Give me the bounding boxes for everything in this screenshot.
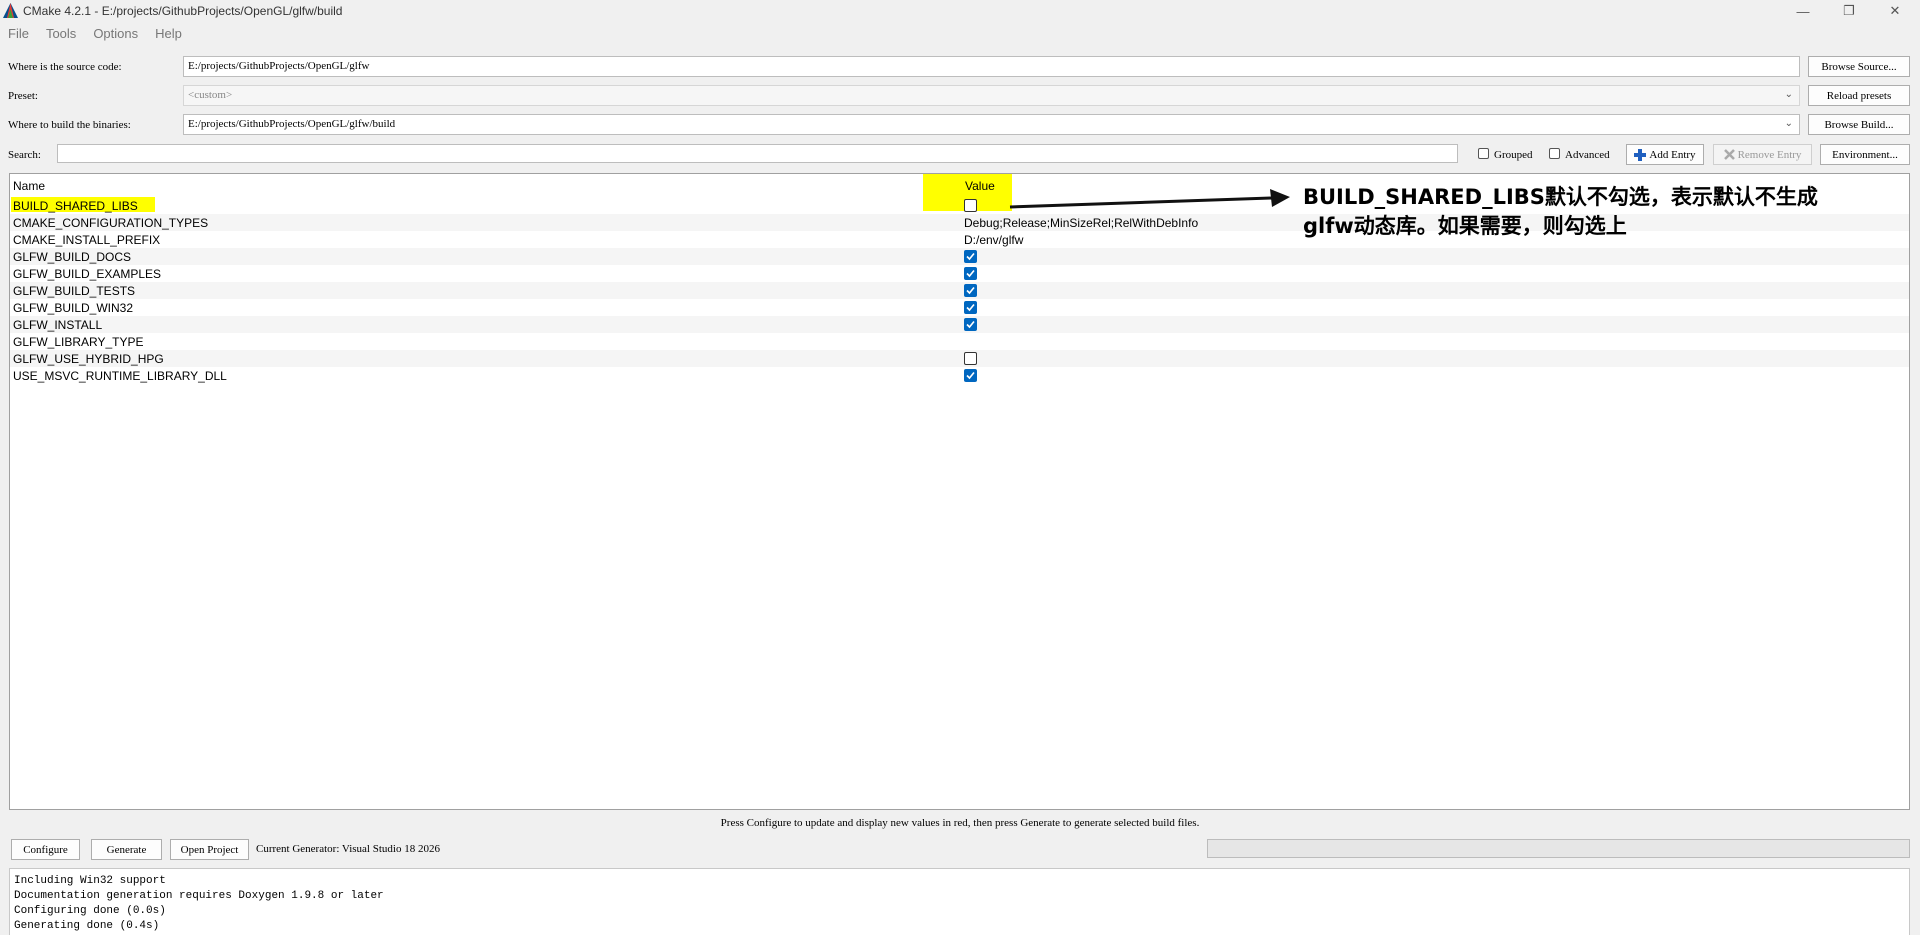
cmake-logo-icon (3, 3, 18, 18)
entry-name: GLFW_BUILD_WIN32 (13, 301, 134, 315)
chevron-down-icon: ⌄ (1784, 118, 1793, 129)
entry-value-checkbox[interactable] (964, 352, 977, 365)
grouped-checkbox[interactable] (1478, 148, 1489, 159)
minimize-button[interactable]: — (1780, 0, 1826, 22)
chevron-down-icon: ⌄ (1784, 89, 1793, 100)
preset-value: <custom> (188, 89, 233, 101)
log-line: Documentation generation requires Doxyge… (14, 890, 384, 902)
remove-entry-label: Remove Entry (1737, 148, 1802, 161)
checkmark-icon (966, 252, 975, 261)
restore-button[interactable]: ❐ (1826, 0, 1872, 22)
column-header-name[interactable]: Name (13, 179, 45, 193)
log-line: Including Win32 support (14, 875, 166, 887)
build-label: Where to build the binaries: (8, 119, 131, 131)
configure-button[interactable]: Configure (11, 839, 80, 860)
window-title: CMake 4.2.1 - E:/projects/GithubProjects… (23, 4, 343, 18)
build-path-value: E:/projects/GithubProjects/OpenGL/glfw/b… (188, 118, 396, 130)
entry-name: GLFW_BUILD_EXAMPLES (13, 267, 162, 281)
table-row[interactable]: GLFW_BUILD_DOCS (10, 248, 1909, 265)
source-label: Where is the source code: (8, 61, 122, 73)
checkmark-icon (966, 320, 975, 329)
preset-label: Preset: (8, 90, 38, 102)
table-row[interactable]: USE_MSVC_RUNTIME_LIBRARY_DLL (10, 367, 1909, 384)
menu-bar: File Tools Options Help (0, 24, 191, 44)
checkmark-icon (966, 371, 975, 380)
entry-value-text[interactable]: D:/env/glfw (964, 233, 1023, 247)
table-row[interactable]: GLFW_INSTALL (10, 316, 1909, 333)
entry-name: GLFW_INSTALL (13, 318, 103, 332)
table-row[interactable]: GLFW_LIBRARY_TYPE (10, 333, 1909, 350)
annotation-line-1: BUILD_SHARED_LIBS默认不勾选，表示默认不生成 (1303, 185, 1818, 209)
entry-value-checkbox[interactable] (964, 284, 977, 297)
entry-value-checkbox[interactable] (964, 267, 977, 280)
entry-name: GLFW_BUILD_TESTS (13, 284, 136, 298)
entry-value-checkbox[interactable] (964, 250, 977, 263)
browse-build-button[interactable]: Browse Build... (1808, 114, 1910, 135)
remove-icon (1723, 149, 1735, 160)
entry-name: USE_MSVC_RUNTIME_LIBRARY_DLL (13, 369, 227, 383)
entry-value-checkbox[interactable] (964, 199, 977, 212)
advanced-label: Advanced (1565, 149, 1610, 161)
open-project-button[interactable]: Open Project (170, 839, 249, 860)
entry-name: GLFW_BUILD_DOCS (13, 250, 132, 264)
search-label: Search: (8, 149, 41, 161)
add-entry-label: Add Entry (1649, 148, 1696, 161)
menu-tools[interactable]: Tools (38, 24, 85, 44)
environment-button[interactable]: Environment... (1820, 144, 1910, 165)
preset-dropdown[interactable]: <custom> ⌄ (183, 85, 1800, 106)
build-path-dropdown[interactable]: E:/projects/GithubProjects/OpenGL/glfw/b… (183, 114, 1800, 135)
entry-value-text[interactable]: Debug;Release;MinSizeRel;RelWithDebInfo (964, 216, 1198, 230)
reload-presets-button[interactable]: Reload presets (1808, 85, 1910, 106)
title-bar: CMake 4.2.1 - E:/projects/GithubProjects… (0, 0, 1920, 22)
checkmark-icon (966, 303, 975, 312)
grouped-label: Grouped (1494, 149, 1533, 161)
source-path-input[interactable]: E:/projects/GithubProjects/OpenGL/glfw (183, 56, 1800, 77)
entry-value-checkbox[interactable] (964, 369, 977, 382)
annotation-arrow (1009, 189, 1290, 209)
menu-options[interactable]: Options (85, 24, 147, 44)
entry-value-checkbox[interactable] (964, 301, 977, 314)
entry-name: CMAKE_CONFIGURATION_TYPES (13, 216, 209, 230)
annotation-line-2: glfw动态库。如果需要，则勾选上 (1303, 214, 1627, 238)
entry-name: CMAKE_INSTALL_PREFIX (13, 233, 161, 247)
column-header-value[interactable]: Value (965, 179, 995, 193)
menu-file[interactable]: File (0, 24, 38, 44)
entry-name: GLFW_USE_HYBRID_HPG (13, 352, 164, 366)
plus-icon (1634, 148, 1647, 161)
table-row[interactable]: GLFW_USE_HYBRID_HPG (10, 350, 1909, 367)
menu-help[interactable]: Help (147, 24, 191, 44)
generate-button[interactable]: Generate (91, 839, 162, 860)
configure-hint: Press Configure to update and display ne… (720, 817, 1200, 829)
search-input[interactable] (57, 144, 1458, 163)
annotation-text: BUILD_SHARED_LIBS默认不勾选，表示默认不生成 glfw动态库。如… (1303, 183, 1863, 241)
table-row[interactable]: GLFW_BUILD_TESTS (10, 282, 1909, 299)
add-entry-button[interactable]: Add Entry (1626, 144, 1704, 165)
log-line: Configuring done (0.0s) (14, 905, 166, 917)
table-row[interactable]: GLFW_BUILD_WIN32 (10, 299, 1909, 316)
close-button[interactable]: ✕ (1872, 0, 1918, 22)
checkmark-icon (966, 286, 975, 295)
entry-value-checkbox[interactable] (964, 318, 977, 331)
current-generator: Current Generator: Visual Studio 18 2026 (256, 843, 440, 855)
output-log[interactable]: Including Win32 support Documentation ge… (9, 868, 1910, 935)
remove-entry-button[interactable]: Remove Entry (1713, 144, 1812, 165)
entry-name: BUILD_SHARED_LIBS (13, 199, 138, 213)
browse-source-button[interactable]: Browse Source... (1808, 56, 1910, 77)
progress-bar (1207, 839, 1910, 858)
log-line: Generating done (0.4s) (14, 920, 160, 932)
checkmark-icon (966, 269, 975, 278)
table-row[interactable]: GLFW_BUILD_EXAMPLES (10, 265, 1909, 282)
advanced-checkbox[interactable] (1549, 148, 1560, 159)
entry-name: GLFW_LIBRARY_TYPE (13, 335, 144, 349)
cache-table[interactable]: Name Value BUILD_SHARED_LIBS CMAKE_CONFIG… (9, 173, 1910, 810)
